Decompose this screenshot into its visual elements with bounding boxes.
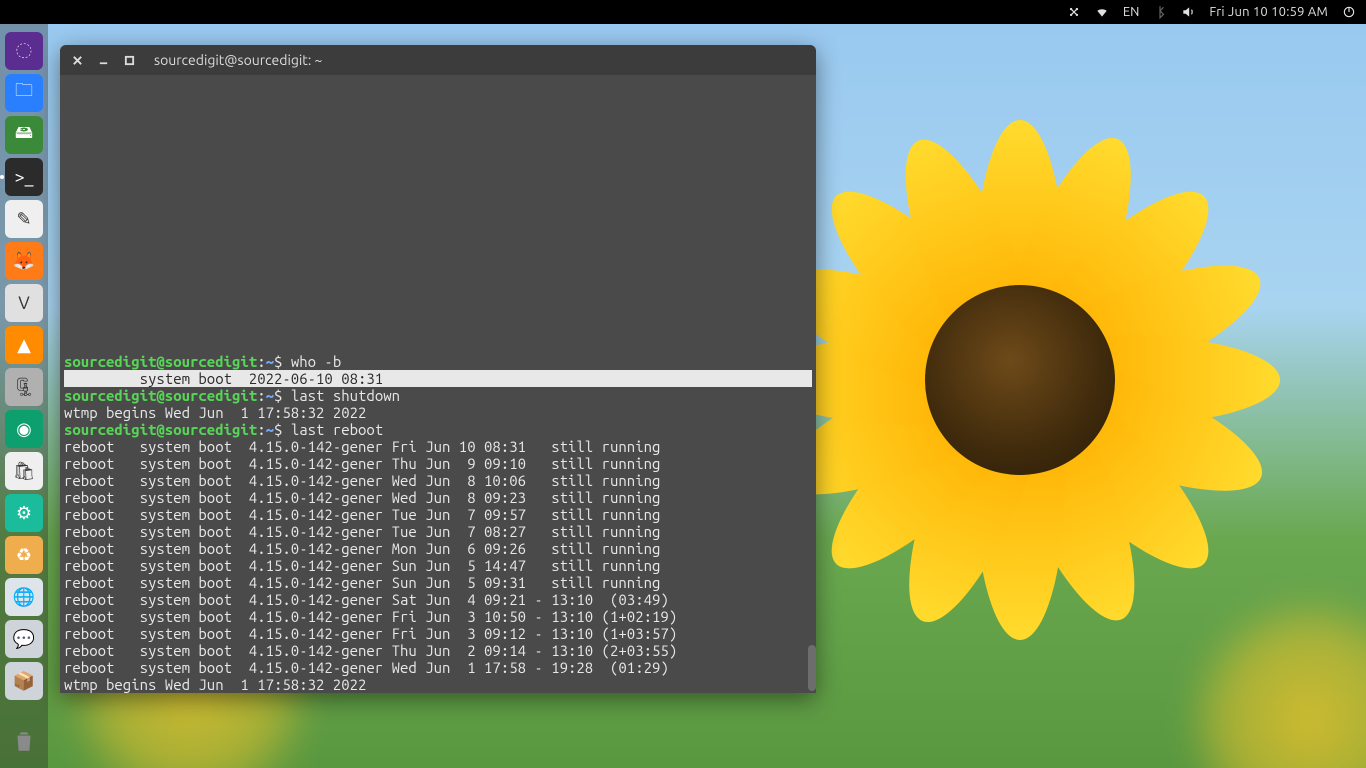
launcher-item-vivaldi[interactable]: V	[5, 284, 43, 322]
launcher-item-browser[interactable]: 🌐	[5, 578, 43, 616]
terminal-output-line: reboot system boot 4.15.0-142-gener Wed …	[64, 659, 812, 676]
wallpaper-flower	[760, 120, 1280, 640]
launcher-item-vlc[interactable]: ▲	[5, 326, 43, 364]
terminal-window: sourcedigit@sourcedigit: ~ sourcedigit@s…	[60, 45, 816, 693]
terminal-output-line: reboot system boot 4.15.0-142-gener Wed …	[64, 489, 812, 506]
volume-icon[interactable]	[1181, 5, 1195, 19]
prompt-line: sourcedigit@sourcedigit:~$ who -b	[64, 353, 812, 370]
terminal-output-line: reboot system boot 4.15.0-142-gener Sun …	[64, 574, 812, 591]
launcher-item-recycle[interactable]: ♻	[5, 536, 43, 574]
terminal-output-line: reboot system boot 4.15.0-142-gener Thu …	[64, 642, 812, 659]
maximize-icon[interactable]	[122, 53, 136, 67]
terminal-output-line: reboot system boot 4.15.0-142-gener Tue …	[64, 506, 812, 523]
tools-icon[interactable]	[1067, 5, 1081, 19]
launcher-item-text-editor[interactable]: ✎	[5, 200, 43, 238]
terminal-output-line: reboot system boot 4.15.0-142-gener Fri …	[64, 438, 812, 455]
terminal-body[interactable]: sourcedigit@sourcedigit:~$ who -b system…	[60, 75, 816, 693]
launcher-item-archive-manager[interactable]: 🗜	[5, 368, 43, 406]
trash-icon[interactable]	[5, 722, 43, 760]
launcher-item-settings[interactable]: ⚙	[5, 494, 43, 532]
terminal-output-line: reboot system boot 4.15.0-142-gener Wed …	[64, 472, 812, 489]
prompt-line: sourcedigit@sourcedigit:~$ last shutdown	[64, 387, 812, 404]
launcher-item-terminal[interactable]: >_	[5, 158, 43, 196]
terminal-output-line: reboot system boot 4.15.0-142-gener Sun …	[64, 557, 812, 574]
launcher-item-chat[interactable]: 💬	[5, 620, 43, 658]
minimize-icon[interactable]	[96, 53, 110, 67]
terminal-output-line: reboot system boot 4.15.0-142-gener Tue …	[64, 523, 812, 540]
terminal-output-line: reboot system boot 4.15.0-142-gener Thu …	[64, 455, 812, 472]
launcher-item-files[interactable]: 🗀	[5, 74, 43, 112]
launcher-dock: ◌ 🗀 🖴 >_ ✎ 🦊 V ▲ 🗜 ◉ 🛍 ⚙ ♻ 🌐 💬 📦	[0, 24, 48, 768]
top-panel: EN Fri Jun 10 10:59 AM	[0, 0, 1366, 24]
launcher-item-ubuntu-dash[interactable]: ◌	[5, 32, 43, 70]
terminal-output-line: reboot system boot 4.15.0-142-gener Sat …	[64, 591, 812, 608]
close-icon[interactable]	[70, 53, 84, 67]
launcher-item-disks[interactable]: 🖴	[5, 116, 43, 154]
keyboard-lang[interactable]: EN	[1123, 5, 1140, 19]
clock[interactable]: Fri Jun 10 10:59 AM	[1209, 5, 1328, 19]
power-icon[interactable]	[1342, 5, 1356, 19]
launcher-item-obs[interactable]: ◉	[5, 410, 43, 448]
terminal-scrollbar[interactable]	[808, 645, 816, 691]
prompt-line: sourcedigit@sourcedigit:~$ last reboot	[64, 421, 812, 438]
terminal-output-line: wtmp begins Wed Jun 1 17:58:32 2022	[64, 404, 812, 421]
terminal-output-line: reboot system boot 4.15.0-142-gener Fri …	[64, 608, 812, 625]
wifi-icon[interactable]	[1095, 5, 1109, 19]
launcher-item-archive[interactable]: 📦	[5, 662, 43, 700]
launcher-item-firefox[interactable]: 🦊	[5, 242, 43, 280]
terminal-titlebar[interactable]: sourcedigit@sourcedigit: ~	[60, 45, 816, 75]
window-title: sourcedigit@sourcedigit: ~	[154, 52, 322, 68]
terminal-output-line: reboot system boot 4.15.0-142-gener Mon …	[64, 540, 812, 557]
terminal-output-line: reboot system boot 4.15.0-142-gener Fri …	[64, 625, 812, 642]
launcher-item-software-center[interactable]: 🛍	[5, 452, 43, 490]
bluetooth-icon[interactable]	[1153, 5, 1167, 19]
terminal-output-line: wtmp begins Wed Jun 1 17:58:32 2022	[64, 676, 812, 693]
highlighted-selection: system boot 2022-06-10 08:31	[64, 370, 812, 387]
